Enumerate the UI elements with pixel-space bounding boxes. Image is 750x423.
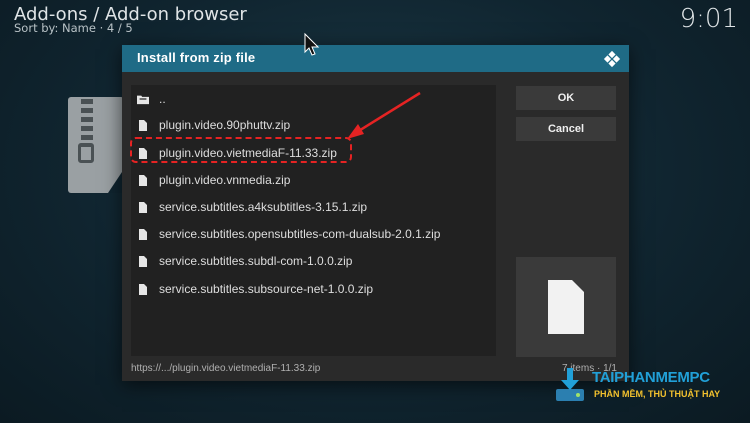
sort-info: Sort by: Name · 4 / 5 — [14, 21, 133, 35]
watermark: TAIPHANMEMPC PHẦN MỀM, THỦ THUẬT HAY — [554, 367, 744, 407]
file-icon — [548, 280, 584, 334]
list-item[interactable]: plugin.video.vnmedia.zip — [131, 169, 496, 191]
cancel-button[interactable]: Cancel — [516, 117, 616, 141]
highlight-annotation — [130, 137, 352, 163]
selected-path: https://.../plugin.video.vietmediaF-11.3… — [131, 363, 321, 374]
file-icon — [139, 283, 147, 295]
install-from-zip-dialog: Install from zip file .. plugin.video.90… — [122, 45, 629, 381]
list-item-label: plugin.video.vnmedia.zip — [159, 173, 291, 187]
list-item-parent[interactable]: .. — [131, 88, 496, 110]
file-icon — [139, 174, 147, 186]
list-item[interactable]: plugin.video.90phuttv.zip — [131, 114, 496, 136]
file-icon — [139, 119, 147, 131]
zip-archive-icon — [68, 97, 124, 193]
dialog-title: Install from zip file — [137, 50, 256, 65]
list-item-label: service.subtitles.opensubtitles-com-dual… — [159, 227, 441, 241]
file-icon — [139, 201, 147, 213]
watermark-slogan: PHẦN MỀM, THỦ THUẬT HAY — [594, 389, 721, 399]
list-item-label: plugin.video.90phuttv.zip — [159, 118, 291, 132]
list-item[interactable]: service.subtitles.subsource-net-1.0.0.zi… — [131, 278, 496, 300]
kodi-logo-icon — [603, 50, 621, 68]
file-list: .. plugin.video.90phuttv.zip plugin.vide… — [131, 85, 496, 356]
download-logo-icon — [556, 368, 584, 401]
list-item[interactable]: service.subtitles.a4ksubtitles-3.15.1.zi… — [131, 196, 496, 218]
file-icon — [139, 255, 147, 267]
list-item-label: .. — [159, 92, 166, 106]
dialog-header: Install from zip file — [122, 45, 629, 72]
file-icon — [139, 228, 147, 240]
list-item-label: service.subtitles.a4ksubtitles-3.15.1.zi… — [159, 200, 368, 214]
list-item-label: service.subtitles.subsource-net-1.0.0.zi… — [159, 282, 374, 296]
watermark-name: TAIPHANMEMPC — [592, 369, 710, 386]
file-preview — [516, 257, 616, 357]
list-item[interactable]: service.subtitles.opensubtitles-com-dual… — [131, 223, 496, 245]
ok-button[interactable]: OK — [516, 86, 616, 110]
folder-up-icon — [137, 95, 149, 105]
list-item[interactable]: service.subtitles.subdl-com-1.0.0.zip — [131, 250, 496, 272]
list-item-label: service.subtitles.subdl-com-1.0.0.zip — [159, 254, 353, 268]
clock: 9:01 — [679, 4, 738, 34]
